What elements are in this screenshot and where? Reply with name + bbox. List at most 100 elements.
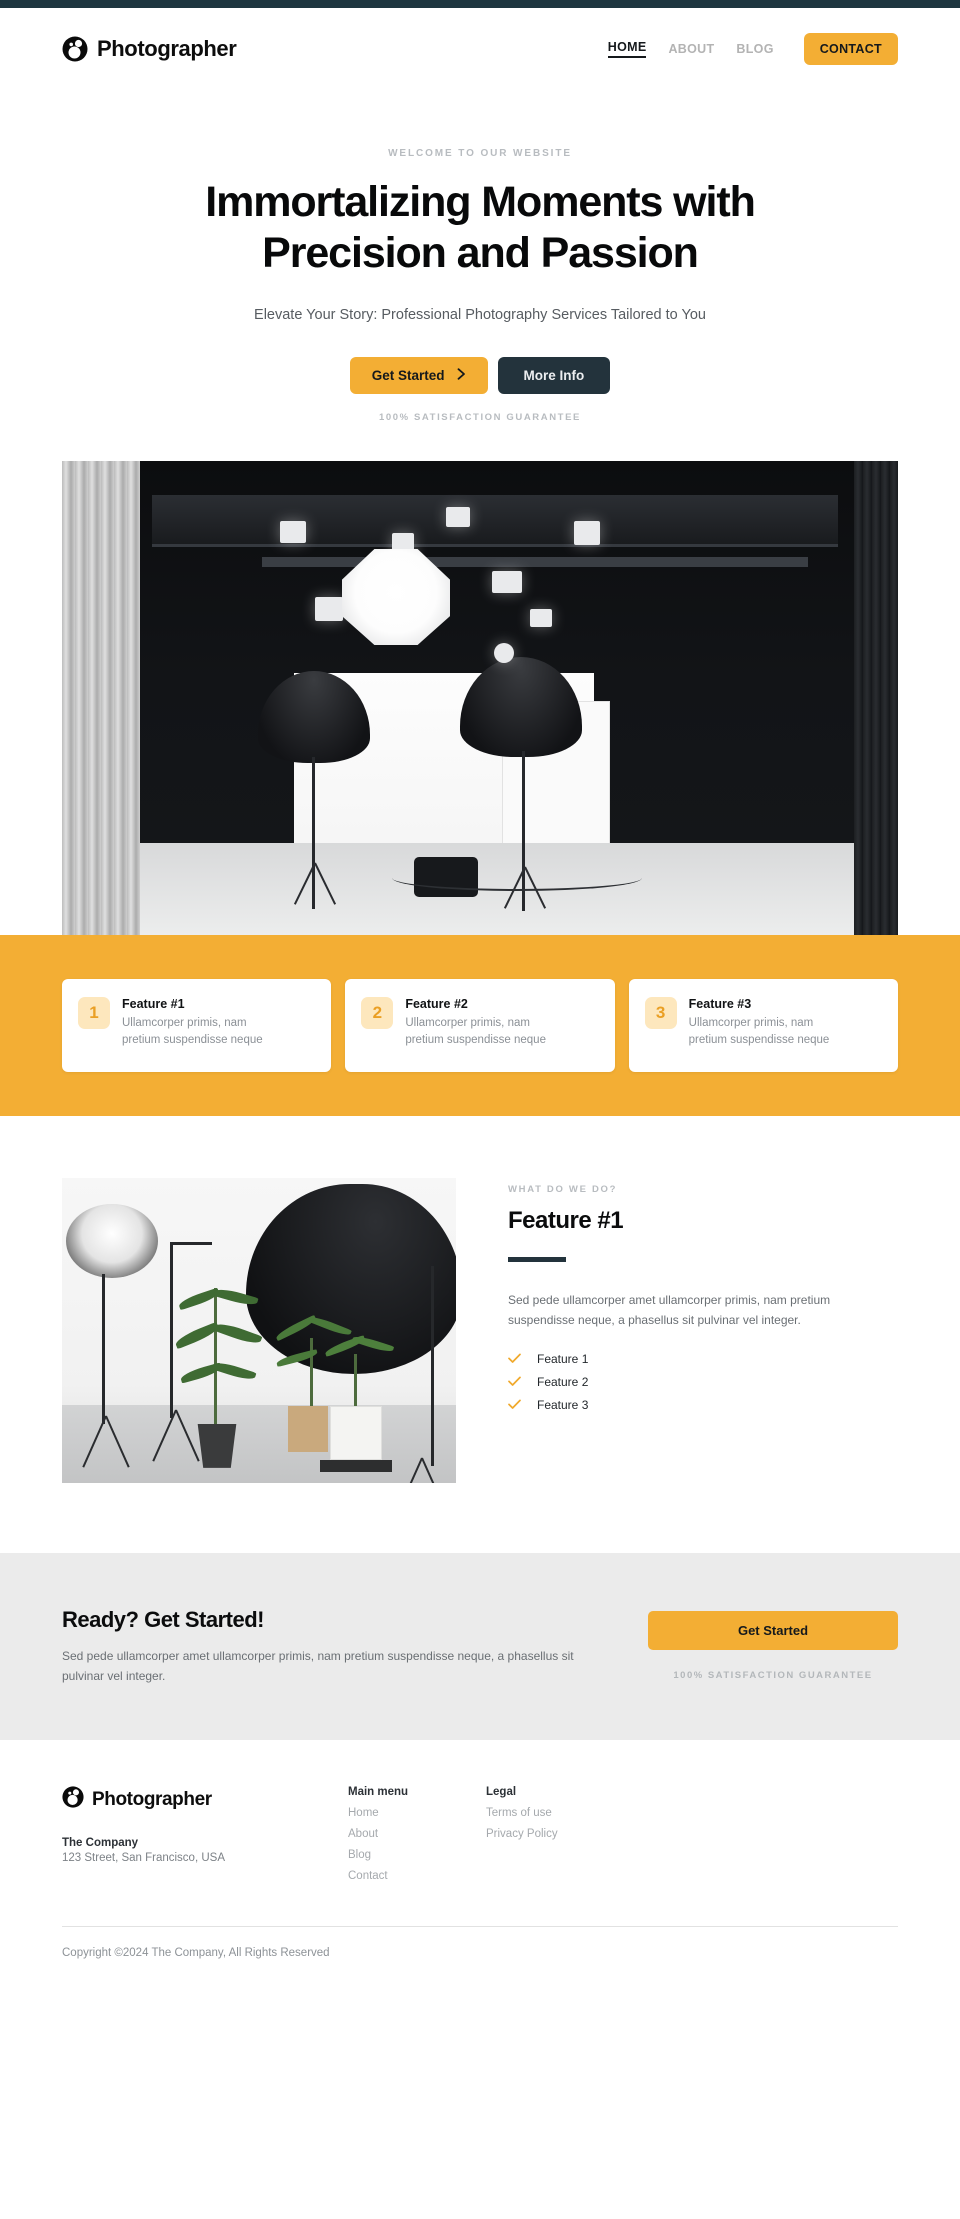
about-title: Feature #1 xyxy=(508,1206,624,1234)
bare-bulb-light xyxy=(494,642,514,663)
tripod-legs xyxy=(390,1458,452,1483)
camera-aperture-icon xyxy=(62,1786,84,1813)
footer-link-home[interactable]: Home xyxy=(348,1807,486,1819)
features-band: 1 Feature #1 Ullamcorper primis, nam pre… xyxy=(0,934,960,1116)
footer-link-about[interactable]: About xyxy=(348,1828,486,1840)
lighting-rig-truss xyxy=(152,494,838,547)
contact-button[interactable]: CONTACT xyxy=(803,33,898,65)
palm-stem xyxy=(354,1353,357,1408)
about-body: Sed pede ullamcorper amet ullamcorper pr… xyxy=(508,1292,831,1328)
feature-card[interactable]: 1 Feature #1 Ullamcorper primis, nam pre… xyxy=(62,978,332,1072)
nav-item-about[interactable]: ABOUT xyxy=(668,42,714,56)
tripod-legs xyxy=(74,1416,136,1470)
footer-copyright: Copyright ©2024 The Company, All Rights … xyxy=(62,1947,330,1960)
cta-body: Sed pede ullamcorper amet ullamcorper pr… xyxy=(62,1648,574,1683)
checklist-label: Feature 1 xyxy=(537,1352,589,1367)
studio-curtain-right xyxy=(854,460,898,935)
get-started-label: Get Started xyxy=(371,367,445,383)
check-icon xyxy=(508,1376,521,1389)
lighting-rig-bar xyxy=(262,556,808,567)
site-header: Photographer HOME ABOUT BLOG CONTACT xyxy=(0,8,960,90)
check-icon xyxy=(508,1399,521,1412)
tripod-legs xyxy=(144,1410,206,1464)
plant-stem xyxy=(214,1287,217,1428)
hero-studio-image xyxy=(62,460,898,935)
about-section: WHAT DO WE DO? Feature #1 Sed pede ullam… xyxy=(0,1116,960,1553)
wooden-stool xyxy=(288,1405,328,1452)
feature-number-badge: 3 xyxy=(644,996,677,1029)
top-accent-bar xyxy=(0,0,960,8)
footer-brand-column: Photographer The Company 123 Street, San… xyxy=(62,1786,348,1882)
feature-card[interactable]: 2 Feature #2 Ullamcorper primis, nam pre… xyxy=(345,978,615,1072)
hero-eyebrow: WELCOME TO OUR WEBSITE xyxy=(388,148,572,159)
hero-section: WELCOME TO OUR WEBSITE Immortalizing Mom… xyxy=(0,90,960,423)
checklist-item: Feature 3 xyxy=(508,1398,878,1412)
beauty-dish-light xyxy=(66,1203,158,1278)
umbrella-modifier xyxy=(460,656,582,757)
footer-link-contact[interactable]: Contact xyxy=(348,1870,486,1882)
page-title: Immortalizing Moments with Precision and… xyxy=(205,178,756,277)
main-nav: HOME ABOUT BLOG CONTACT xyxy=(607,33,898,65)
floor-cable xyxy=(392,865,642,891)
nav-item-blog[interactable]: BLOG xyxy=(736,42,773,56)
cta-section: Ready? Get Started! Sed pede ullamcorper… xyxy=(0,1552,960,1741)
feature-card-text: Ullamcorper primis, nam pretium suspendi… xyxy=(688,1016,830,1047)
feature-number-badge: 2 xyxy=(361,996,394,1029)
about-text-column: WHAT DO WE DO? Feature #1 Sed pede ullam… xyxy=(508,1178,878,1412)
about-studio-image xyxy=(62,1177,456,1483)
tripod-legs xyxy=(286,861,342,905)
footer-columns: Photographer The Company 123 Street, San… xyxy=(62,1786,898,1882)
about-eyebrow: WHAT DO WE DO? xyxy=(508,1183,618,1195)
studio-lamp xyxy=(492,570,522,593)
feature-checklist: Feature 1 Feature 2 Feature 3 xyxy=(508,1352,878,1412)
feature-card-text: Ullamcorper primis, nam pretium suspendi… xyxy=(122,1016,263,1047)
hero-actions: Get Started More Info xyxy=(0,356,960,394)
footer-legal-title: Legal xyxy=(486,1786,517,1799)
feature-card-text: Ullamcorper primis, nam pretium suspendi… xyxy=(405,1016,546,1047)
get-started-button[interactable]: Get Started xyxy=(349,356,488,394)
feature-cards: 1 Feature #1 Ullamcorper primis, nam pre… xyxy=(62,978,898,1072)
hero-guarantee: 100% SATISFACTION GUARANTEE xyxy=(379,411,581,423)
footer-legal-column: Legal Terms of use Privacy Policy xyxy=(486,1786,624,1882)
site-footer: Photographer The Company 123 Street, San… xyxy=(0,1740,960,1990)
nav-item-home[interactable]: HOME xyxy=(607,40,647,58)
footer-address: 123 Street, San Francisco, USA xyxy=(62,1852,225,1865)
checklist-item: Feature 2 xyxy=(508,1375,878,1389)
plant-leaf xyxy=(211,1359,257,1383)
more-info-button[interactable]: More Info xyxy=(497,356,611,394)
cta-text-column: Ready? Get Started! Sed pede ullamcorper… xyxy=(62,1607,618,1687)
light-stand xyxy=(102,1273,105,1424)
studio-lamp xyxy=(315,596,343,621)
footer-link-terms[interactable]: Terms of use xyxy=(486,1807,624,1819)
cta-guarantee: 100% SATISFACTION GUARANTEE xyxy=(673,1669,873,1681)
boom-arm-horizontal xyxy=(170,1241,212,1245)
footer-menu-column: Main menu Home About Blog Contact xyxy=(348,1786,486,1882)
checklist-label: Feature 2 xyxy=(537,1375,589,1390)
footer-logo[interactable]: Photographer xyxy=(62,1786,348,1813)
feature-card-title: Feature #2 xyxy=(405,996,468,1011)
feature-card-title: Feature #3 xyxy=(688,996,752,1011)
feature-card-title: Feature #1 xyxy=(122,996,185,1011)
light-stand xyxy=(431,1265,434,1466)
studio-lamp xyxy=(530,608,552,627)
studio-lamp xyxy=(574,520,600,545)
feature-card[interactable]: 3 Feature #3 Ullamcorper primis, nam pre… xyxy=(628,978,898,1072)
boom-arm xyxy=(170,1241,173,1418)
brand-logo[interactable]: Photographer xyxy=(62,36,237,62)
patterned-planter xyxy=(330,1405,382,1460)
hero-image-wrapper xyxy=(62,460,898,935)
cta-get-started-button[interactable]: Get Started xyxy=(648,1610,898,1650)
brand-name: Photographer xyxy=(97,36,237,61)
camera-aperture-icon xyxy=(62,36,88,62)
cta-title: Ready? Get Started! xyxy=(62,1606,265,1632)
footer-menu-title: Main menu xyxy=(348,1786,409,1799)
footer-company-name: The Company xyxy=(62,1837,139,1850)
check-icon xyxy=(508,1353,521,1366)
studio-curtain xyxy=(62,460,140,935)
checklist-label: Feature 3 xyxy=(537,1398,589,1413)
rolling-base xyxy=(320,1459,392,1472)
cta-action-column: Get Started 100% SATISFACTION GUARANTEE xyxy=(648,1607,898,1681)
footer-link-blog[interactable]: Blog xyxy=(348,1849,486,1861)
footer-link-privacy[interactable]: Privacy Policy xyxy=(486,1828,624,1840)
checklist-item: Feature 1 xyxy=(508,1352,878,1366)
